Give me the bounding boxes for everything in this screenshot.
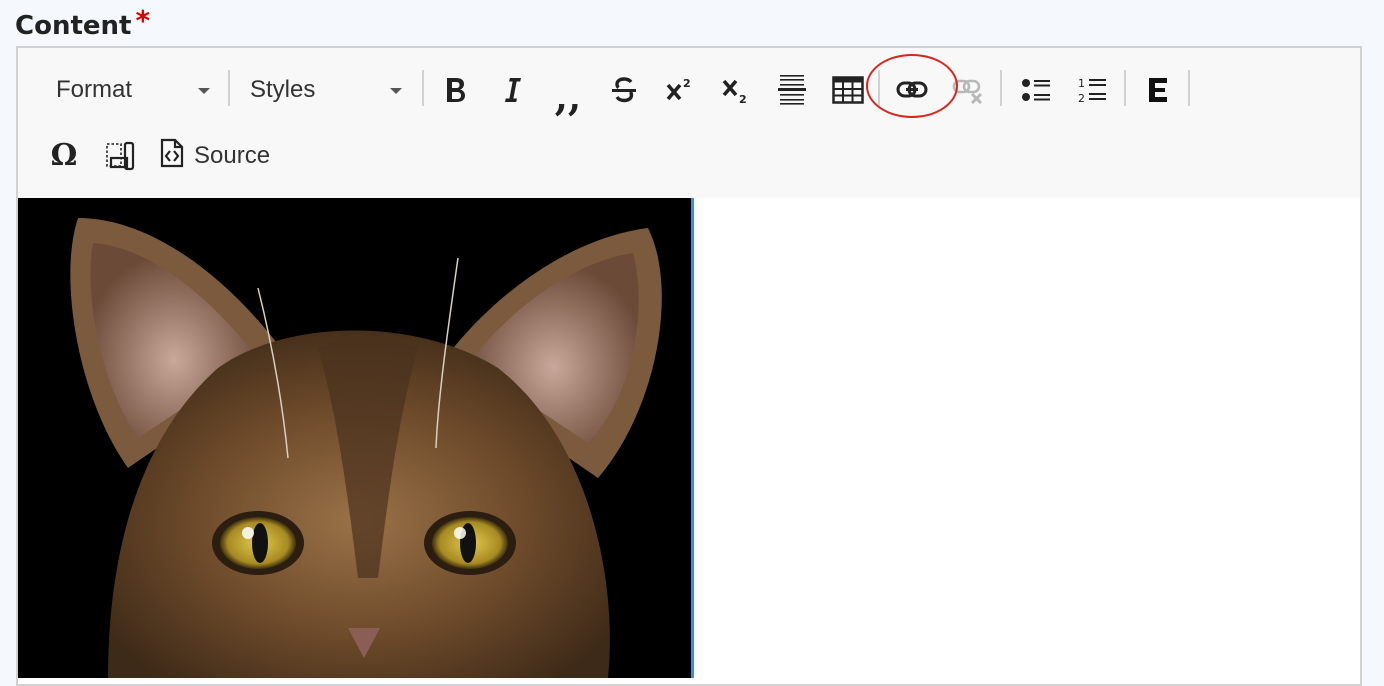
horizontal-line-icon: [778, 74, 806, 106]
required-marker: *: [135, 4, 151, 37]
bulleted-list-button[interactable]: [1014, 70, 1058, 110]
chevron-down-icon: [390, 88, 402, 94]
table-button[interactable]: [826, 70, 870, 110]
numbered-list-button[interactable]: 12: [1070, 70, 1114, 110]
toolbar-separator: [1188, 70, 1190, 106]
subscript-icon: 2: [721, 75, 751, 105]
strikethrough-button[interactable]: [602, 70, 646, 110]
unlink-button[interactable]: [946, 70, 990, 110]
show-blocks-button[interactable]: [98, 136, 142, 176]
styles-dropdown[interactable]: Styles: [250, 72, 420, 108]
toolbar-separator: [422, 70, 424, 106]
strikethrough-icon: [610, 75, 638, 105]
bold-icon: [443, 75, 469, 105]
rich-text-editor: Format Styles ,, 2 2 1 2 Ω Source: [16, 46, 1362, 686]
italic-button[interactable]: [490, 70, 534, 110]
horizontal-line-button[interactable]: [770, 70, 814, 110]
show-blocks-icon: [105, 141, 135, 171]
blockquote-icon: ,,: [554, 74, 582, 119]
italic-icon: [500, 75, 524, 105]
unlink-icon: [952, 76, 984, 104]
blockquote-button[interactable]: ,,: [546, 70, 590, 116]
format-dropdown[interactable]: Format: [56, 72, 226, 108]
table-icon: [832, 76, 864, 104]
special-character-button[interactable]: Ω: [42, 136, 86, 176]
source-code-icon: [160, 138, 184, 175]
link-icon: [896, 80, 928, 100]
link-button[interactable]: [890, 70, 934, 110]
bulleted-list-icon: [1021, 77, 1051, 103]
entity-embed-icon: [1147, 76, 1169, 104]
bold-button[interactable]: [434, 70, 478, 110]
superscript-icon: 2: [665, 75, 695, 105]
svg-text:1: 1: [1078, 77, 1085, 90]
field-label-text: Content: [15, 11, 132, 41]
entity-embed-button[interactable]: [1136, 70, 1180, 110]
toolbar-separator: [1124, 70, 1126, 106]
format-dropdown-label: Format: [56, 76, 133, 103]
svg-text:2: 2: [683, 77, 691, 90]
source-button-label: Source: [194, 142, 271, 169]
toolbar-separator: [228, 70, 230, 106]
omega-icon: Ω: [50, 138, 78, 173]
superscript-button[interactable]: 2: [658, 70, 702, 110]
image-selection-indicator: [691, 198, 694, 678]
field-label: Content *: [15, 4, 150, 41]
cat-image[interactable]: [18, 198, 691, 678]
editor-toolbar: Format Styles ,, 2 2 1 2 Ω Source: [18, 48, 1360, 199]
subscript-button[interactable]: 2: [714, 70, 758, 110]
numbered-list-icon: 12: [1077, 76, 1107, 104]
toolbar-separator: [1000, 70, 1002, 106]
chevron-down-icon: [198, 88, 210, 94]
styles-dropdown-label: Styles: [250, 76, 316, 103]
svg-text:2: 2: [739, 93, 747, 105]
svg-text:2: 2: [1078, 92, 1085, 104]
source-button[interactable]: Source: [160, 136, 270, 176]
toolbar-separator: [878, 70, 880, 106]
editor-content-area[interactable]: [18, 198, 1360, 684]
